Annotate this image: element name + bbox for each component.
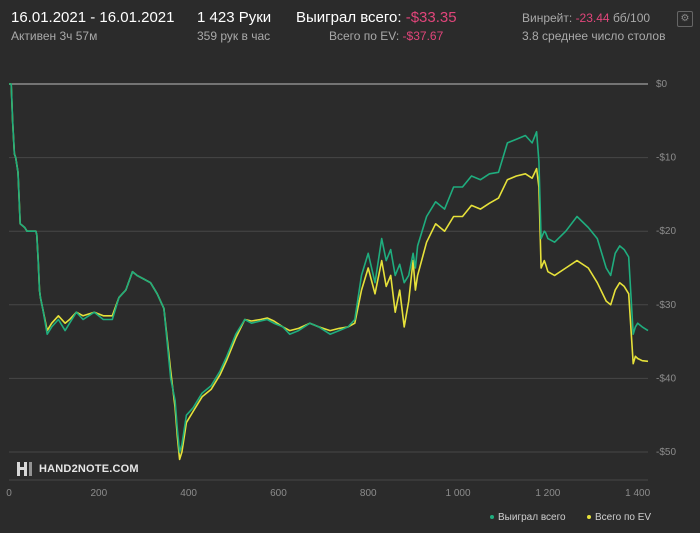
chart-series	[9, 83, 649, 461]
logo-text: HAND2NOTE.COM	[39, 463, 139, 475]
x-tick-label: 600	[270, 488, 287, 499]
x-tick-label: 800	[360, 488, 377, 499]
logo-mark-icon	[17, 460, 35, 478]
x-tick-label: 1 400	[625, 488, 650, 499]
x-tick-label: 0	[6, 488, 12, 499]
series-line-won	[9, 83, 649, 453]
legend-ev-dot	[587, 515, 591, 519]
chart-grid	[9, 83, 648, 481]
y-tick-label: -$30	[656, 300, 676, 311]
bankroll-chart: $0 -$10 -$20 -$30 -$40 -$50 0 200 400 600 800 1 00…	[6, 79, 676, 499]
y-tick-label: -$50	[656, 447, 676, 458]
series-line-ev	[9, 83, 649, 461]
legend-won: Выиграл всего	[490, 512, 566, 523]
y-tick-label: -$10	[656, 153, 676, 164]
x-tick-label: 1 000	[446, 488, 471, 499]
x-axis-ticks: 0 200 400 600 800 1 000 1 200 1 400	[6, 488, 650, 499]
legend-won-label: Выиграл всего	[498, 512, 566, 523]
x-tick-label: 200	[90, 488, 107, 499]
y-tick-label: -$40	[656, 373, 676, 384]
hand2note-logo: HAND2NOTE.COM	[17, 459, 139, 479]
legend-ev: Всего по EV	[587, 512, 651, 523]
y-tick-label: -$20	[656, 226, 676, 237]
legend-won-dot	[490, 515, 494, 519]
y-tick-label: $0	[656, 79, 668, 90]
x-tick-label: 1 200	[535, 488, 560, 499]
y-axis-ticks: $0 -$10 -$20 -$30 -$40 -$50	[656, 79, 676, 458]
x-tick-label: 400	[180, 488, 197, 499]
legend-ev-label: Всего по EV	[595, 512, 652, 523]
